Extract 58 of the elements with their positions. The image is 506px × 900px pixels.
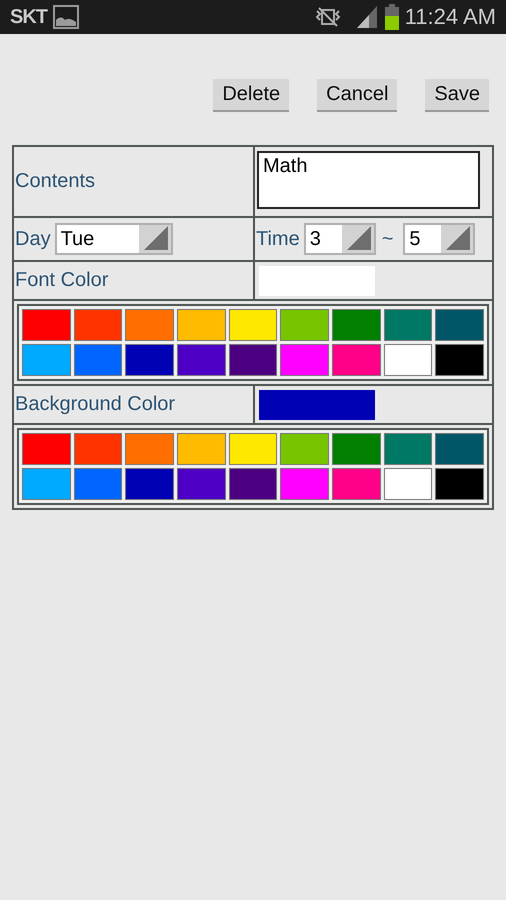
color-swatch[interactable] (384, 309, 432, 341)
color-swatch[interactable] (74, 468, 122, 500)
color-swatch[interactable] (125, 468, 174, 500)
color-swatch[interactable] (177, 433, 226, 465)
dropdown[interactable]: 3 (304, 223, 376, 255)
field-label: Contents (14, 170, 96, 193)
color-swatch[interactable] (280, 309, 329, 341)
dropdown[interactable]: 5 (403, 223, 476, 255)
battery-icon (384, 4, 399, 30)
color-swatch[interactable] (435, 344, 484, 376)
color-swatch[interactable] (332, 309, 381, 341)
dropdown[interactable]: Tue (54, 223, 173, 255)
color-swatch[interactable] (22, 309, 71, 341)
input-field[interactable]: Math (257, 151, 480, 209)
color-swatch[interactable] (435, 309, 484, 341)
action-button[interactable]: Save (425, 79, 489, 112)
range-separator: ~ (382, 228, 394, 250)
color-swatch[interactable] (332, 433, 381, 465)
color-swatch[interactable] (74, 433, 122, 465)
color-swatch[interactable] (228, 468, 278, 500)
color-swatch[interactable] (384, 468, 432, 500)
dropdown-arrow-icon (446, 226, 470, 250)
action-button[interactable]: Delete (213, 79, 290, 112)
color-swatch[interactable] (435, 468, 484, 500)
vibrate-icon (314, 7, 341, 27)
color-swatch[interactable] (22, 344, 71, 376)
picture-icon (53, 5, 79, 29)
color-swatch[interactable] (22, 468, 71, 500)
dropdown-arrow-icon (144, 226, 168, 250)
color-swatch[interactable] (177, 309, 226, 341)
action-button[interactable]: Cancel (317, 79, 398, 112)
color-swatch[interactable] (125, 433, 174, 465)
color-swatch[interactable] (228, 344, 278, 376)
color-swatch[interactable] (74, 309, 122, 341)
clock: 11:24 AM (404, 4, 496, 30)
field-label: Font Color (14, 269, 108, 292)
color-swatch[interactable] (280, 344, 329, 376)
color-swatch[interactable] (228, 309, 278, 341)
field-label: Day (14, 228, 51, 250)
color-swatch[interactable] (384, 344, 432, 376)
carrier-name: SKT (10, 6, 47, 28)
color-swatch[interactable] (332, 344, 381, 376)
color-swatch[interactable] (384, 433, 432, 465)
color-swatch[interactable] (228, 433, 278, 465)
color-swatch[interactable] (125, 344, 174, 376)
dropdown-arrow-icon (346, 226, 371, 250)
color-swatch[interactable] (280, 433, 329, 465)
color-swatch[interactable] (74, 344, 122, 376)
color-swatch[interactable] (332, 468, 381, 500)
color-swatch[interactable] (177, 344, 226, 376)
color-swatch[interactable] (22, 433, 71, 465)
color-swatch[interactable] (280, 468, 329, 500)
color-swatch[interactable] (125, 309, 174, 341)
color-swatch[interactable] (177, 468, 226, 500)
field-label: Time (255, 228, 300, 250)
signal-icon (354, 6, 379, 28)
color-swatch[interactable] (435, 433, 484, 465)
field-label: Background Color (14, 393, 176, 416)
